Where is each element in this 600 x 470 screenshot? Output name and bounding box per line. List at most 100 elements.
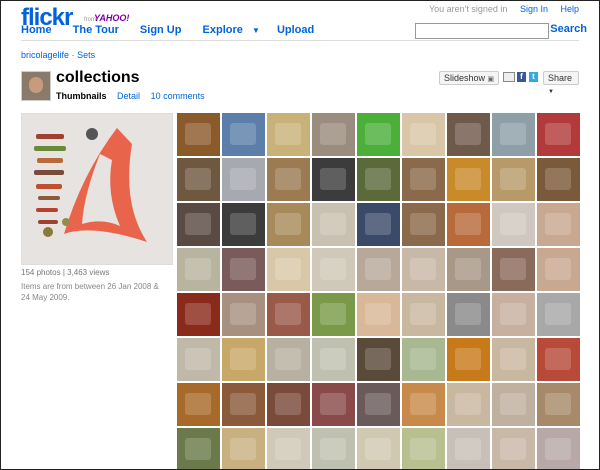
thumbnail[interactable] (357, 383, 400, 426)
browser-page: flickr from YAHOO! You aren't signed in … (0, 0, 600, 470)
thumbnail-detail (185, 438, 211, 460)
thumbnail[interactable] (492, 248, 535, 291)
thumbnail[interactable] (267, 338, 310, 381)
thumbnail[interactable] (177, 113, 220, 156)
tab-detail[interactable]: Detail (117, 91, 140, 101)
thumbnail[interactable] (492, 338, 535, 381)
avatar[interactable] (21, 71, 51, 101)
twitter-icon[interactable]: t (529, 72, 538, 82)
thumbnail-detail (365, 123, 391, 145)
thumbnail[interactable] (492, 203, 535, 246)
thumbnail[interactable] (312, 383, 355, 426)
thumbnail[interactable] (402, 428, 445, 469)
nav-sign-up[interactable]: Sign Up (140, 24, 182, 36)
thumbnail[interactable] (537, 113, 580, 156)
slideshow-button[interactable]: Slideshow ▣ (439, 71, 500, 85)
thumbnail[interactable] (177, 158, 220, 201)
nav-home[interactable]: Home (21, 24, 52, 36)
thumbnail[interactable] (447, 338, 490, 381)
thumbnail[interactable] (357, 338, 400, 381)
thumbnail[interactable] (177, 248, 220, 291)
thumbnail[interactable] (177, 293, 220, 336)
thumbnail[interactable] (357, 428, 400, 469)
sign-in-link[interactable]: Sign In (520, 4, 548, 14)
thumbnail[interactable] (447, 383, 490, 426)
comments-link[interactable]: 10 comments (151, 91, 205, 101)
nav-upload[interactable]: Upload (277, 24, 314, 36)
thumbnail[interactable] (312, 428, 355, 469)
thumbnail[interactable] (402, 248, 445, 291)
facebook-icon[interactable]: f (517, 72, 526, 82)
thumbnail[interactable] (312, 203, 355, 246)
search-button[interactable]: Search (550, 23, 587, 35)
thumbnail[interactable] (357, 248, 400, 291)
cover-photo-image (22, 114, 172, 264)
thumbnail[interactable] (312, 293, 355, 336)
thumbnail[interactable] (537, 338, 580, 381)
thumbnail[interactable] (222, 113, 265, 156)
thumbnail[interactable] (537, 203, 580, 246)
thumbnail[interactable] (312, 158, 355, 201)
thumbnail[interactable] (402, 113, 445, 156)
thumbnail[interactable] (267, 248, 310, 291)
set-cover-photo[interactable] (21, 113, 173, 265)
thumbnail-detail (230, 213, 256, 235)
thumbnail[interactable] (492, 383, 535, 426)
thumbnail[interactable] (222, 293, 265, 336)
share-button[interactable]: Share ▼ (543, 71, 579, 95)
thumbnail[interactable] (222, 203, 265, 246)
nav-the-tour[interactable]: The Tour (73, 24, 119, 36)
breadcrumb-sets[interactable]: Sets (77, 50, 95, 60)
thumbnail[interactable] (222, 338, 265, 381)
thumbnail[interactable] (312, 248, 355, 291)
thumbnail[interactable] (222, 428, 265, 469)
thumbnail[interactable] (267, 203, 310, 246)
thumbnail[interactable] (267, 428, 310, 469)
thumbnail[interactable] (537, 158, 580, 201)
thumbnail[interactable] (222, 383, 265, 426)
thumbnail[interactable] (402, 338, 445, 381)
thumbnail[interactable] (312, 338, 355, 381)
thumbnail[interactable] (402, 158, 445, 201)
thumbnail[interactable] (357, 203, 400, 246)
thumbnail[interactable] (447, 293, 490, 336)
thumbnail[interactable] (492, 428, 535, 469)
thumbnail[interactable] (177, 338, 220, 381)
thumbnail[interactable] (177, 428, 220, 469)
thumbnail[interactable] (357, 158, 400, 201)
thumbnail[interactable] (537, 248, 580, 291)
thumbnail[interactable] (312, 113, 355, 156)
chevron-down-icon[interactable]: ▼ (252, 26, 260, 35)
thumbnail[interactable] (402, 203, 445, 246)
thumbnail[interactable] (447, 248, 490, 291)
thumbnail[interactable] (402, 383, 445, 426)
thumbnail[interactable] (267, 158, 310, 201)
thumbnail[interactable] (402, 293, 445, 336)
email-icon[interactable] (503, 72, 515, 82)
thumbnail[interactable] (357, 293, 400, 336)
thumbnail[interactable] (177, 383, 220, 426)
thumbnail[interactable] (222, 248, 265, 291)
thumbnail[interactable] (492, 113, 535, 156)
thumbnail[interactable] (492, 293, 535, 336)
thumbnail[interactable] (447, 203, 490, 246)
thumbnail[interactable] (447, 158, 490, 201)
thumbnail[interactable] (222, 158, 265, 201)
breadcrumb-separator: · (71, 50, 75, 60)
thumbnail[interactable] (177, 203, 220, 246)
thumbnail[interactable] (492, 158, 535, 201)
thumbnail[interactable] (267, 383, 310, 426)
search-input[interactable] (415, 23, 549, 39)
nav-explore[interactable]: Explore (203, 24, 243, 36)
thumbnail[interactable] (537, 293, 580, 336)
breadcrumb-user[interactable]: bricolagelife (21, 50, 69, 60)
thumbnail[interactable] (447, 113, 490, 156)
thumbnail[interactable] (267, 113, 310, 156)
thumbnail[interactable] (357, 113, 400, 156)
help-link[interactable]: Help (560, 4, 579, 14)
thumbnail[interactable] (537, 428, 580, 469)
thumbnail-detail (410, 258, 436, 280)
thumbnail[interactable] (447, 428, 490, 469)
thumbnail[interactable] (267, 293, 310, 336)
thumbnail[interactable] (537, 383, 580, 426)
